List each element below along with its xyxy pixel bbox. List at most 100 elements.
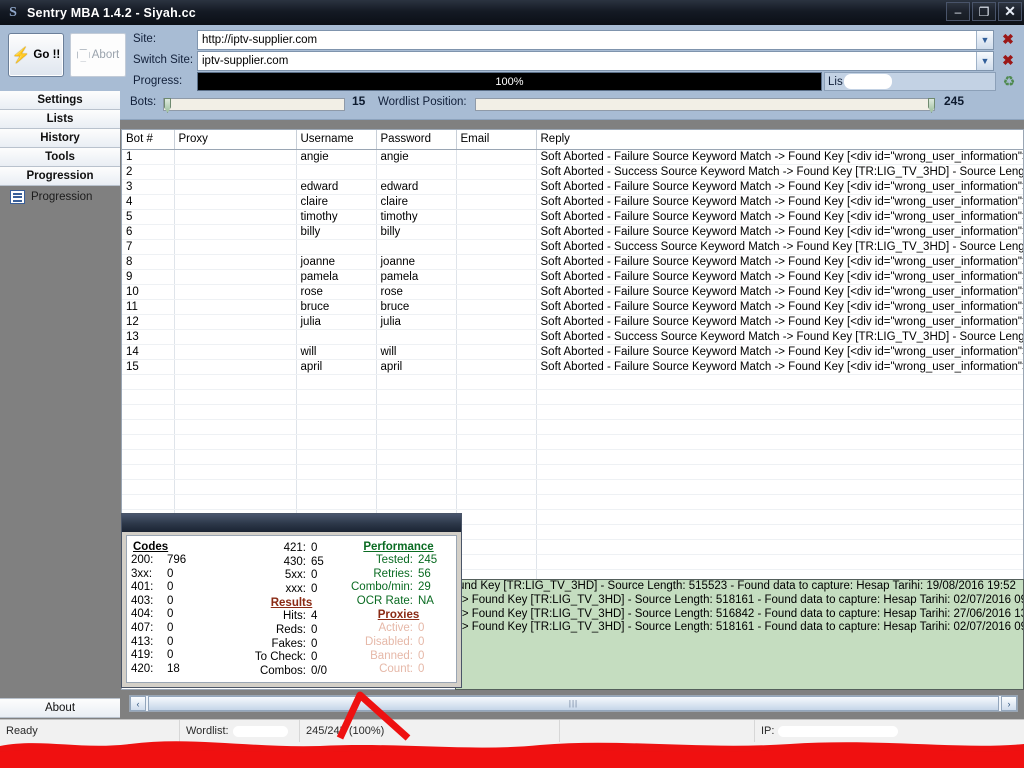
switch-site-combobox[interactable]: iptv-supplier.com ▼ bbox=[197, 51, 994, 71]
cell-password: april bbox=[376, 359, 457, 375]
cell-email bbox=[456, 254, 537, 270]
cell-reply: Soft Aborted - Success Source Keyword Ma… bbox=[536, 239, 1023, 255]
column-header-bot[interactable]: Bot # bbox=[122, 130, 175, 150]
table-row[interactable]: 5 timothy timothy Soft Aborted - Failure So… bbox=[122, 209, 1023, 225]
scrollbar-track[interactable]: ||| bbox=[146, 696, 1001, 711]
minimize-button[interactable]: – bbox=[946, 2, 970, 21]
table-row[interactable]: 7 Soft Aborted - Success Source Keyword M… bbox=[122, 239, 1023, 255]
table-row-empty[interactable] bbox=[122, 374, 1023, 390]
table-row-empty[interactable] bbox=[122, 419, 1023, 435]
table-row-empty[interactable] bbox=[122, 449, 1023, 465]
cell-proxy bbox=[174, 224, 297, 240]
chevron-down-icon[interactable]: ▼ bbox=[976, 52, 993, 70]
recycle-icon[interactable]: ♻ bbox=[1000, 72, 1018, 90]
bots-slider-thumb[interactable] bbox=[164, 98, 171, 113]
go-button[interactable]: ⚡ Go !! bbox=[8, 33, 64, 77]
table-row[interactable]: 2 Soft Aborted - Success Source Keyword M… bbox=[122, 164, 1023, 180]
table-row[interactable]: 14 will will Soft Aborted - Failure Source … bbox=[122, 344, 1023, 360]
sidebar-item-progression[interactable]: Progression bbox=[0, 167, 120, 186]
cell-email bbox=[456, 149, 537, 165]
cell-username: julia bbox=[296, 314, 377, 330]
table-row-empty[interactable] bbox=[122, 389, 1023, 405]
cell-email bbox=[456, 314, 537, 330]
sidebar-subitem-progression[interactable]: Progression bbox=[0, 186, 120, 208]
table-row[interactable]: 13 Soft Aborted - Success Source Keyword … bbox=[122, 329, 1023, 345]
stat-result-row: Hits: 4 bbox=[238, 610, 345, 624]
cell-empty bbox=[536, 494, 1023, 510]
cell-password bbox=[376, 239, 457, 255]
status-wordlist-redaction bbox=[232, 725, 288, 737]
table-row[interactable]: 12 julia julia Soft Aborted - Failure Sourc… bbox=[122, 314, 1023, 330]
cell-proxy bbox=[174, 269, 297, 285]
wordlist-position-slider[interactable] bbox=[475, 98, 935, 113]
column-header-reply[interactable]: Reply bbox=[536, 130, 1023, 150]
site-combobox[interactable]: http://iptv-supplier.com ▼ bbox=[197, 30, 994, 50]
stat-code-label: 430: bbox=[283, 555, 306, 568]
table-row[interactable]: 10 rose rose Soft Aborted - Failure Source … bbox=[122, 284, 1023, 300]
stat-result-value: 0/0 bbox=[311, 664, 327, 677]
capture-log-panel[interactable]: und Key [TR:LIG_TV_3HD] - Source Length:… bbox=[455, 579, 1024, 690]
column-header-username[interactable]: Username bbox=[296, 130, 377, 150]
site-clear-red-x-icon[interactable]: ✖ bbox=[1000, 31, 1016, 47]
table-row[interactable]: 8 joanne joanne Soft Aborted - Failure Sour… bbox=[122, 254, 1023, 270]
list-field[interactable]: Lis bbox=[824, 72, 996, 91]
column-header-password[interactable]: Password bbox=[376, 130, 457, 150]
bots-slider[interactable] bbox=[163, 98, 345, 113]
table-row[interactable]: 4 claire claire Soft Aborted - Failure Sour… bbox=[122, 194, 1023, 210]
stat-performance-row: Tested: 245 bbox=[345, 554, 452, 568]
chevron-down-icon[interactable]: ▼ bbox=[976, 31, 993, 49]
table-row-empty[interactable] bbox=[122, 494, 1023, 510]
switch-site-clear-red-x-icon[interactable]: ✖ bbox=[1000, 52, 1016, 68]
table-row-empty[interactable] bbox=[122, 479, 1023, 495]
restore-button[interactable]: ❐ bbox=[972, 2, 996, 21]
cell-proxy bbox=[174, 284, 297, 300]
site-label-wrap: Site: bbox=[133, 33, 156, 45]
cell-bot: 6 bbox=[122, 224, 175, 240]
sidebar-item-history[interactable]: History bbox=[0, 129, 120, 148]
table-row[interactable]: 6 billy billy Soft Aborted - Failure Source… bbox=[122, 224, 1023, 240]
table-row[interactable]: 11 bruce bruce Soft Aborted - Failure Sourc… bbox=[122, 299, 1023, 315]
wordlist-position-label: Wordlist Position: bbox=[378, 96, 467, 108]
horizontal-scrollbar[interactable]: ‹ ||| › bbox=[129, 695, 1018, 712]
close-button[interactable]: ✕ bbox=[998, 2, 1022, 21]
sidebar-item-tools[interactable]: Tools bbox=[0, 148, 120, 167]
statistics-body: Codes 200: 796 3xx: 0 401: 0 403: 0 404: 0 407: 0 41… bbox=[126, 535, 457, 683]
sidebar-item-lists[interactable]: Lists bbox=[0, 110, 120, 129]
scroll-right-button[interactable]: › bbox=[1001, 696, 1017, 711]
cell-empty bbox=[536, 509, 1023, 525]
abort-button[interactable]: Abort bbox=[70, 33, 126, 77]
table-row[interactable]: 1 angie angie Soft Aborted - Failure Source… bbox=[122, 149, 1023, 165]
scrollbar-thumb[interactable]: ||| bbox=[148, 696, 999, 711]
column-header-proxy[interactable]: Proxy bbox=[174, 130, 297, 150]
cell-bot: 3 bbox=[122, 179, 175, 195]
stat-performance-label: Tested: bbox=[375, 554, 413, 566]
log-line: -> Found Key [TR:LIG_TV_3HD] - Source Le… bbox=[458, 607, 1024, 620]
table-row-empty[interactable] bbox=[122, 464, 1023, 480]
stat-code-value: 0 bbox=[167, 567, 174, 580]
table-header-row: Bot # Proxy Username Password Email Reply bbox=[122, 130, 1023, 150]
table-row-empty[interactable] bbox=[122, 404, 1023, 420]
cell-reply: Soft Aborted - Failure Source Keyword Ma… bbox=[536, 299, 1023, 315]
statistics-panel-titlebar[interactable] bbox=[122, 514, 461, 532]
cell-empty bbox=[456, 464, 537, 480]
table-row[interactable]: 15 april april Soft Aborted - Failure Sourc… bbox=[122, 359, 1023, 375]
cell-empty bbox=[122, 434, 175, 450]
table-row[interactable]: 3 edward edward Soft Aborted - Failure Sour… bbox=[122, 179, 1023, 195]
cell-password: claire bbox=[376, 194, 457, 210]
cell-email bbox=[456, 344, 537, 360]
column-header-email[interactable]: Email bbox=[456, 130, 537, 150]
cell-proxy bbox=[174, 329, 297, 345]
cell-empty bbox=[122, 464, 175, 480]
cell-empty bbox=[376, 479, 457, 495]
stat-code-value: 0 bbox=[311, 569, 318, 582]
stat-performance-row: OCR Rate: NA bbox=[345, 595, 452, 609]
table-row-empty[interactable] bbox=[122, 434, 1023, 450]
cell-password: rose bbox=[376, 284, 457, 300]
scroll-left-button[interactable]: ‹ bbox=[130, 696, 146, 711]
wordlist-position-slider-thumb[interactable] bbox=[928, 98, 935, 113]
cell-empty bbox=[296, 434, 377, 450]
about-button[interactable]: About bbox=[0, 698, 120, 718]
cell-proxy bbox=[174, 209, 297, 225]
table-row[interactable]: 9 pamela pamela Soft Aborted - Failure Sour… bbox=[122, 269, 1023, 285]
sidebar-item-settings[interactable]: Settings bbox=[0, 91, 120, 110]
